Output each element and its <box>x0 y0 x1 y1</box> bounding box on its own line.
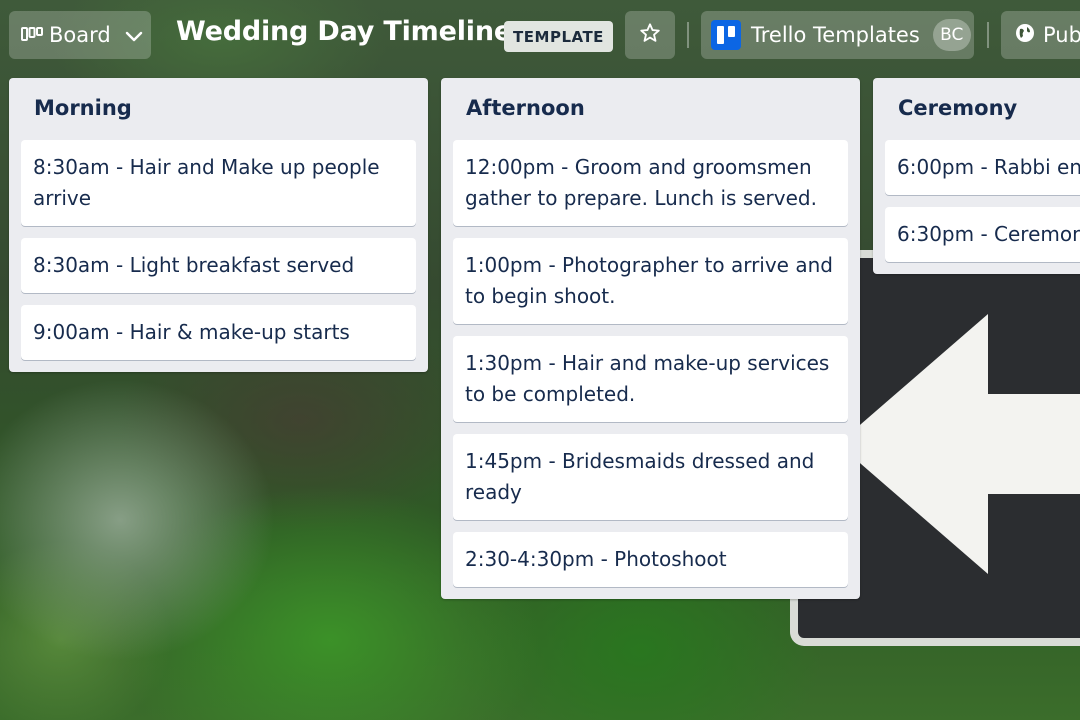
workspace-name: Trello Templates <box>751 23 920 47</box>
visibility-label: Public <box>1043 23 1080 47</box>
workspace-button[interactable]: Trello Templates BC <box>701 11 974 59</box>
list-morning: Morning 8:30am - Hair and Make up people… <box>9 78 428 372</box>
card[interactable]: 12:00pm - Groom and groomsmen gather to … <box>453 140 848 226</box>
header-divider <box>687 22 689 48</box>
card[interactable]: 2:30-4:30pm - Photoshoot <box>453 532 848 587</box>
list-title[interactable]: Afternoon <box>453 78 848 140</box>
star-board-button[interactable] <box>625 11 675 59</box>
visibility-button[interactable]: Public <box>1001 11 1080 59</box>
card[interactable]: 6:30pm - Ceremony <box>885 207 1080 262</box>
star-icon <box>639 22 661 49</box>
board-view-icon <box>21 23 43 47</box>
card[interactable]: 8:30am - Hair and Make up people arrive <box>21 140 416 226</box>
list-title[interactable]: Ceremony <box>885 78 1080 140</box>
card[interactable]: 9:00am - Hair & make-up starts <box>21 305 416 360</box>
header-divider <box>987 22 989 48</box>
view-switcher-label: Board <box>49 23 111 47</box>
list-title[interactable]: Morning <box>21 78 416 140</box>
chevron-down-icon <box>125 23 143 47</box>
board-title[interactable]: Wedding Day Timeline <box>176 16 512 47</box>
card[interactable]: 1:30pm - Hair and make-up services to be… <box>453 336 848 422</box>
card[interactable]: 6:00pm - Rabbi enters <box>885 140 1080 195</box>
board-header: Board Wedding Day Timeline TEMPLATE Trel… <box>0 0 1080 72</box>
card[interactable]: 8:30am - Light breakfast served <box>21 238 416 293</box>
avatar[interactable]: BC <box>932 19 971 51</box>
list-afternoon: Afternoon 12:00pm - Groom and groomsmen … <box>441 78 860 599</box>
card[interactable]: 1:00pm - Photographer to arrive and to b… <box>453 238 848 324</box>
trello-logo-icon <box>711 20 741 50</box>
list-ceremony: Ceremony 6:00pm - Rabbi enters 6:30pm - … <box>873 78 1080 274</box>
view-switcher-button[interactable]: Board <box>9 11 151 59</box>
globe-icon <box>1015 23 1035 48</box>
card[interactable]: 1:45pm - Bridesmaids dressed and ready <box>453 434 848 520</box>
template-badge: TEMPLATE <box>504 21 613 52</box>
